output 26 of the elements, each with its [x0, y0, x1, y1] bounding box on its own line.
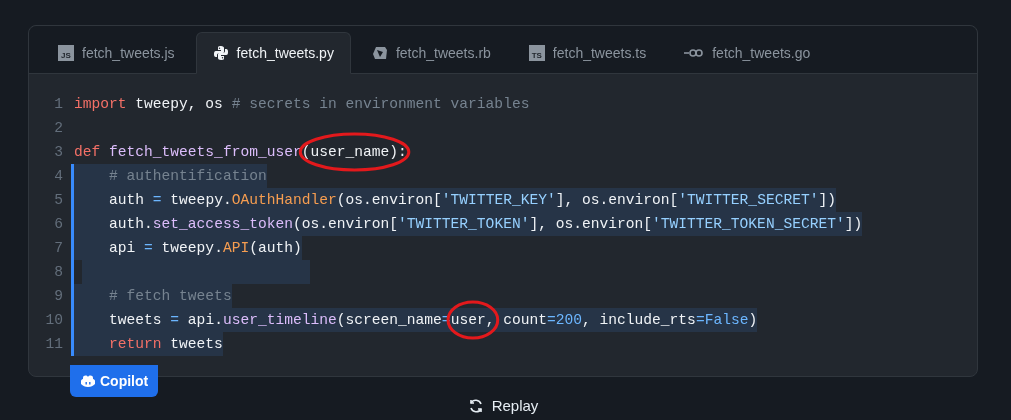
- line-number: 10: [44, 311, 64, 330]
- replay-button[interactable]: Replay: [463, 395, 543, 416]
- line-number: 2: [53, 119, 64, 138]
- line-number: 1: [53, 95, 64, 114]
- line-number: 5: [53, 191, 64, 210]
- file-type-icon: JS: [58, 45, 74, 61]
- line-number: 3: [53, 143, 64, 162]
- gem-icon: [371, 45, 388, 61]
- line-number: 6: [53, 215, 64, 234]
- line-number: 9: [53, 287, 64, 306]
- file-type-icon: TS: [528, 45, 545, 61]
- file-tab[interactable]: fetch_tweets.go: [667, 32, 828, 74]
- file-tab[interactable]: fetch_tweets.py: [195, 32, 351, 74]
- code-line: def fetch_tweets_from_user(user_name):: [74, 143, 407, 162]
- refresh-icon: [467, 397, 484, 414]
- code-line: import tweepy, os # secrets in environment variables: [74, 95, 530, 114]
- line-number: 4: [53, 167, 64, 186]
- file-tab[interactable]: JS fetch_tweets.js: [41, 32, 192, 74]
- line-number: 7: [53, 239, 64, 258]
- copilot-button[interactable]: Copilot: [70, 365, 159, 397]
- copilot-icon: [80, 373, 96, 389]
- line-number: 11: [44, 335, 64, 354]
- file-tab[interactable]: fetch_tweets.rb: [354, 32, 508, 74]
- file-tab[interactable]: TS fetch_tweets.ts: [511, 32, 664, 74]
- line-number: 8: [53, 263, 64, 282]
- python-icon: [212, 45, 229, 61]
